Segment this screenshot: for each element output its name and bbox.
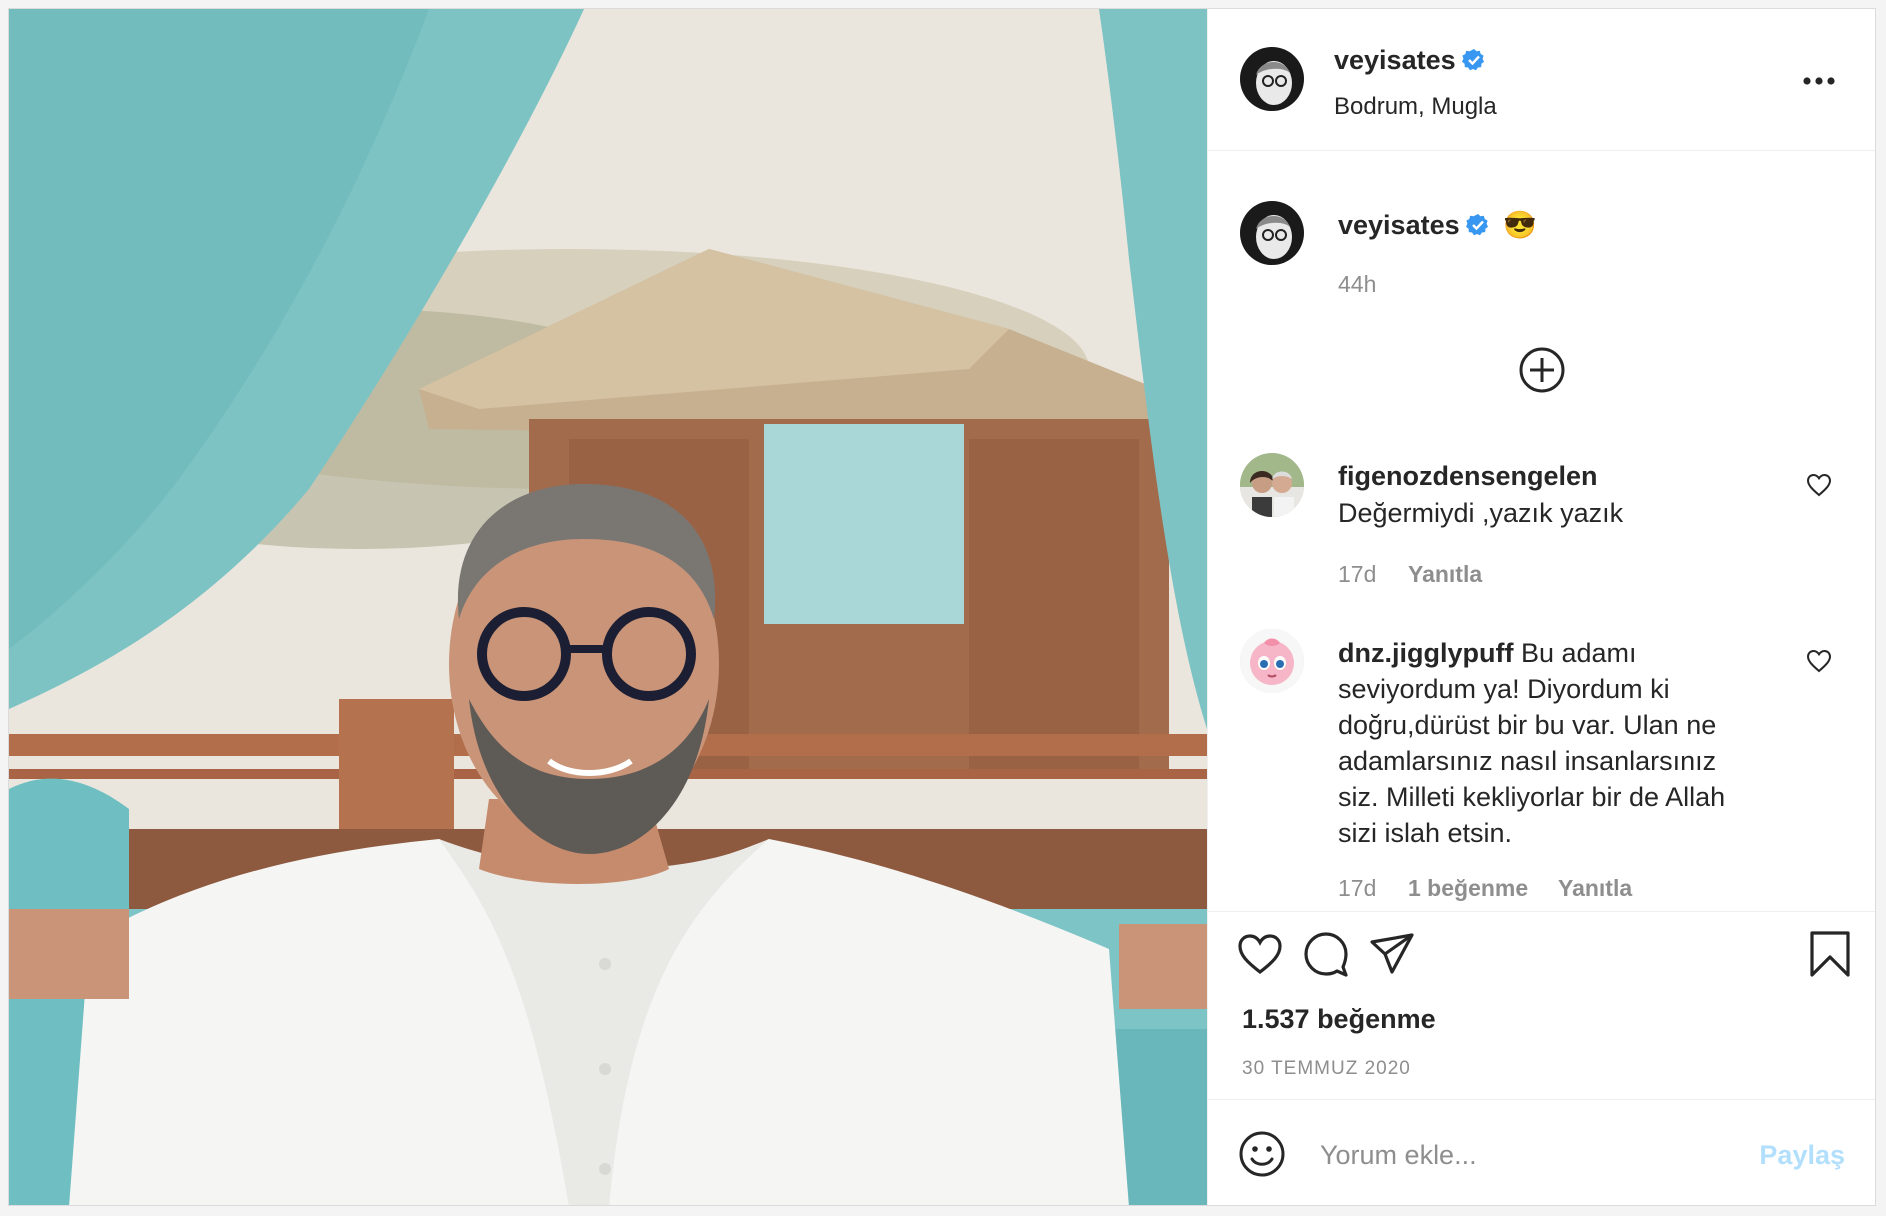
- commenter-avatar[interactable]: [1240, 629, 1304, 693]
- heart-icon[interactable]: [1236, 930, 1284, 978]
- likes-count[interactable]: 1.537 beğenme: [1242, 1004, 1436, 1035]
- post-date[interactable]: 30 TEMMUZ 2020: [1242, 1058, 1411, 1080]
- comments-list[interactable]: veyisates 😎 44h figenozdensengelen Değer…: [1208, 151, 1875, 911]
- comment-likes-count[interactable]: 1 beğenme: [1408, 875, 1528, 902]
- comment-line-6: sizi islah etsin.: [1338, 818, 1513, 848]
- post-actions: 1.537 beğenme 30 TEMMUZ 2020: [1208, 911, 1875, 1099]
- paper-plane-icon[interactable]: [1368, 930, 1416, 978]
- more-options-icon[interactable]: [1801, 75, 1837, 87]
- author-avatar[interactable]: [1240, 47, 1304, 111]
- comment-time[interactable]: 17d: [1338, 875, 1376, 902]
- post-location[interactable]: Bodrum, Mugla: [1334, 93, 1497, 121]
- reply-button[interactable]: Yanıtla: [1408, 561, 1482, 588]
- bookmark-icon[interactable]: [1806, 930, 1854, 978]
- comment-input[interactable]: [1318, 1132, 1722, 1178]
- post-header: veyisates Bodrum, Mugla: [1208, 9, 1875, 151]
- author-avatar-image: [1240, 47, 1304, 111]
- caption-avatar-image: [1240, 201, 1304, 265]
- comment-line-1-text: Bu adamı: [1520, 638, 1637, 668]
- verified-badge-icon: [1465, 214, 1488, 236]
- reply-button[interactable]: Yanıtla: [1558, 875, 1632, 902]
- post-side-panel: veyisates Bodrum, Mugla veyisates 😎 44h …: [1207, 9, 1875, 1205]
- verified-badge-icon: [1461, 49, 1484, 71]
- caption-username-text[interactable]: veyisates: [1338, 210, 1460, 240]
- plus-circle-icon[interactable]: [1518, 346, 1566, 394]
- comment-like-heart-icon[interactable]: [1806, 473, 1832, 497]
- caption-author-avatar[interactable]: [1240, 201, 1304, 265]
- photo-illustration: [9, 9, 1207, 1205]
- commenter-avatar[interactable]: [1240, 453, 1304, 517]
- smiley-icon[interactable]: [1238, 1130, 1286, 1178]
- commenter-avatar-image: [1240, 453, 1304, 517]
- comment-line-5: siz. Milleti kekliyorlar bir de Allah: [1338, 782, 1726, 812]
- add-comment-bar: Paylaş: [1208, 1099, 1875, 1205]
- author-username[interactable]: veyisates: [1334, 45, 1486, 76]
- share-comment-button[interactable]: Paylaş: [1759, 1140, 1845, 1171]
- caption-text: 😎: [1503, 210, 1537, 240]
- comment-line-4: adamlarsınız nasıl insanlarsınız: [1338, 746, 1717, 776]
- post-photo[interactable]: [9, 9, 1207, 1205]
- comment-time[interactable]: 17d: [1338, 561, 1376, 588]
- comment-text: Değermiydi ,yazık yazık: [1338, 498, 1624, 528]
- comment-like-heart-icon[interactable]: [1806, 649, 1832, 673]
- caption-username[interactable]: veyisates 😎: [1338, 209, 1537, 241]
- commenter-avatar-image: [1240, 629, 1304, 693]
- commenter-username[interactable]: figenozdensengelen: [1338, 461, 1598, 492]
- comment-icon[interactable]: [1302, 930, 1350, 978]
- comment-line-3: doğru,dürüst bir bu var. Ulan ne: [1338, 710, 1717, 740]
- comment-line-1: dnz.jigglypuff Bu adamı: [1338, 635, 1768, 671]
- comment-line-2: seviyordum ya! Diyordum ki: [1338, 674, 1670, 704]
- comment-text: dnz.jigglypuff Bu adamı seviyordum ya! D…: [1338, 635, 1768, 851]
- caption-time[interactable]: 44h: [1338, 271, 1376, 298]
- commenter-username[interactable]: dnz.jigglypuff: [1338, 638, 1513, 668]
- author-username-text[interactable]: veyisates: [1334, 45, 1456, 75]
- post-dialog: veyisates Bodrum, Mugla veyisates 😎 44h …: [8, 8, 1876, 1206]
